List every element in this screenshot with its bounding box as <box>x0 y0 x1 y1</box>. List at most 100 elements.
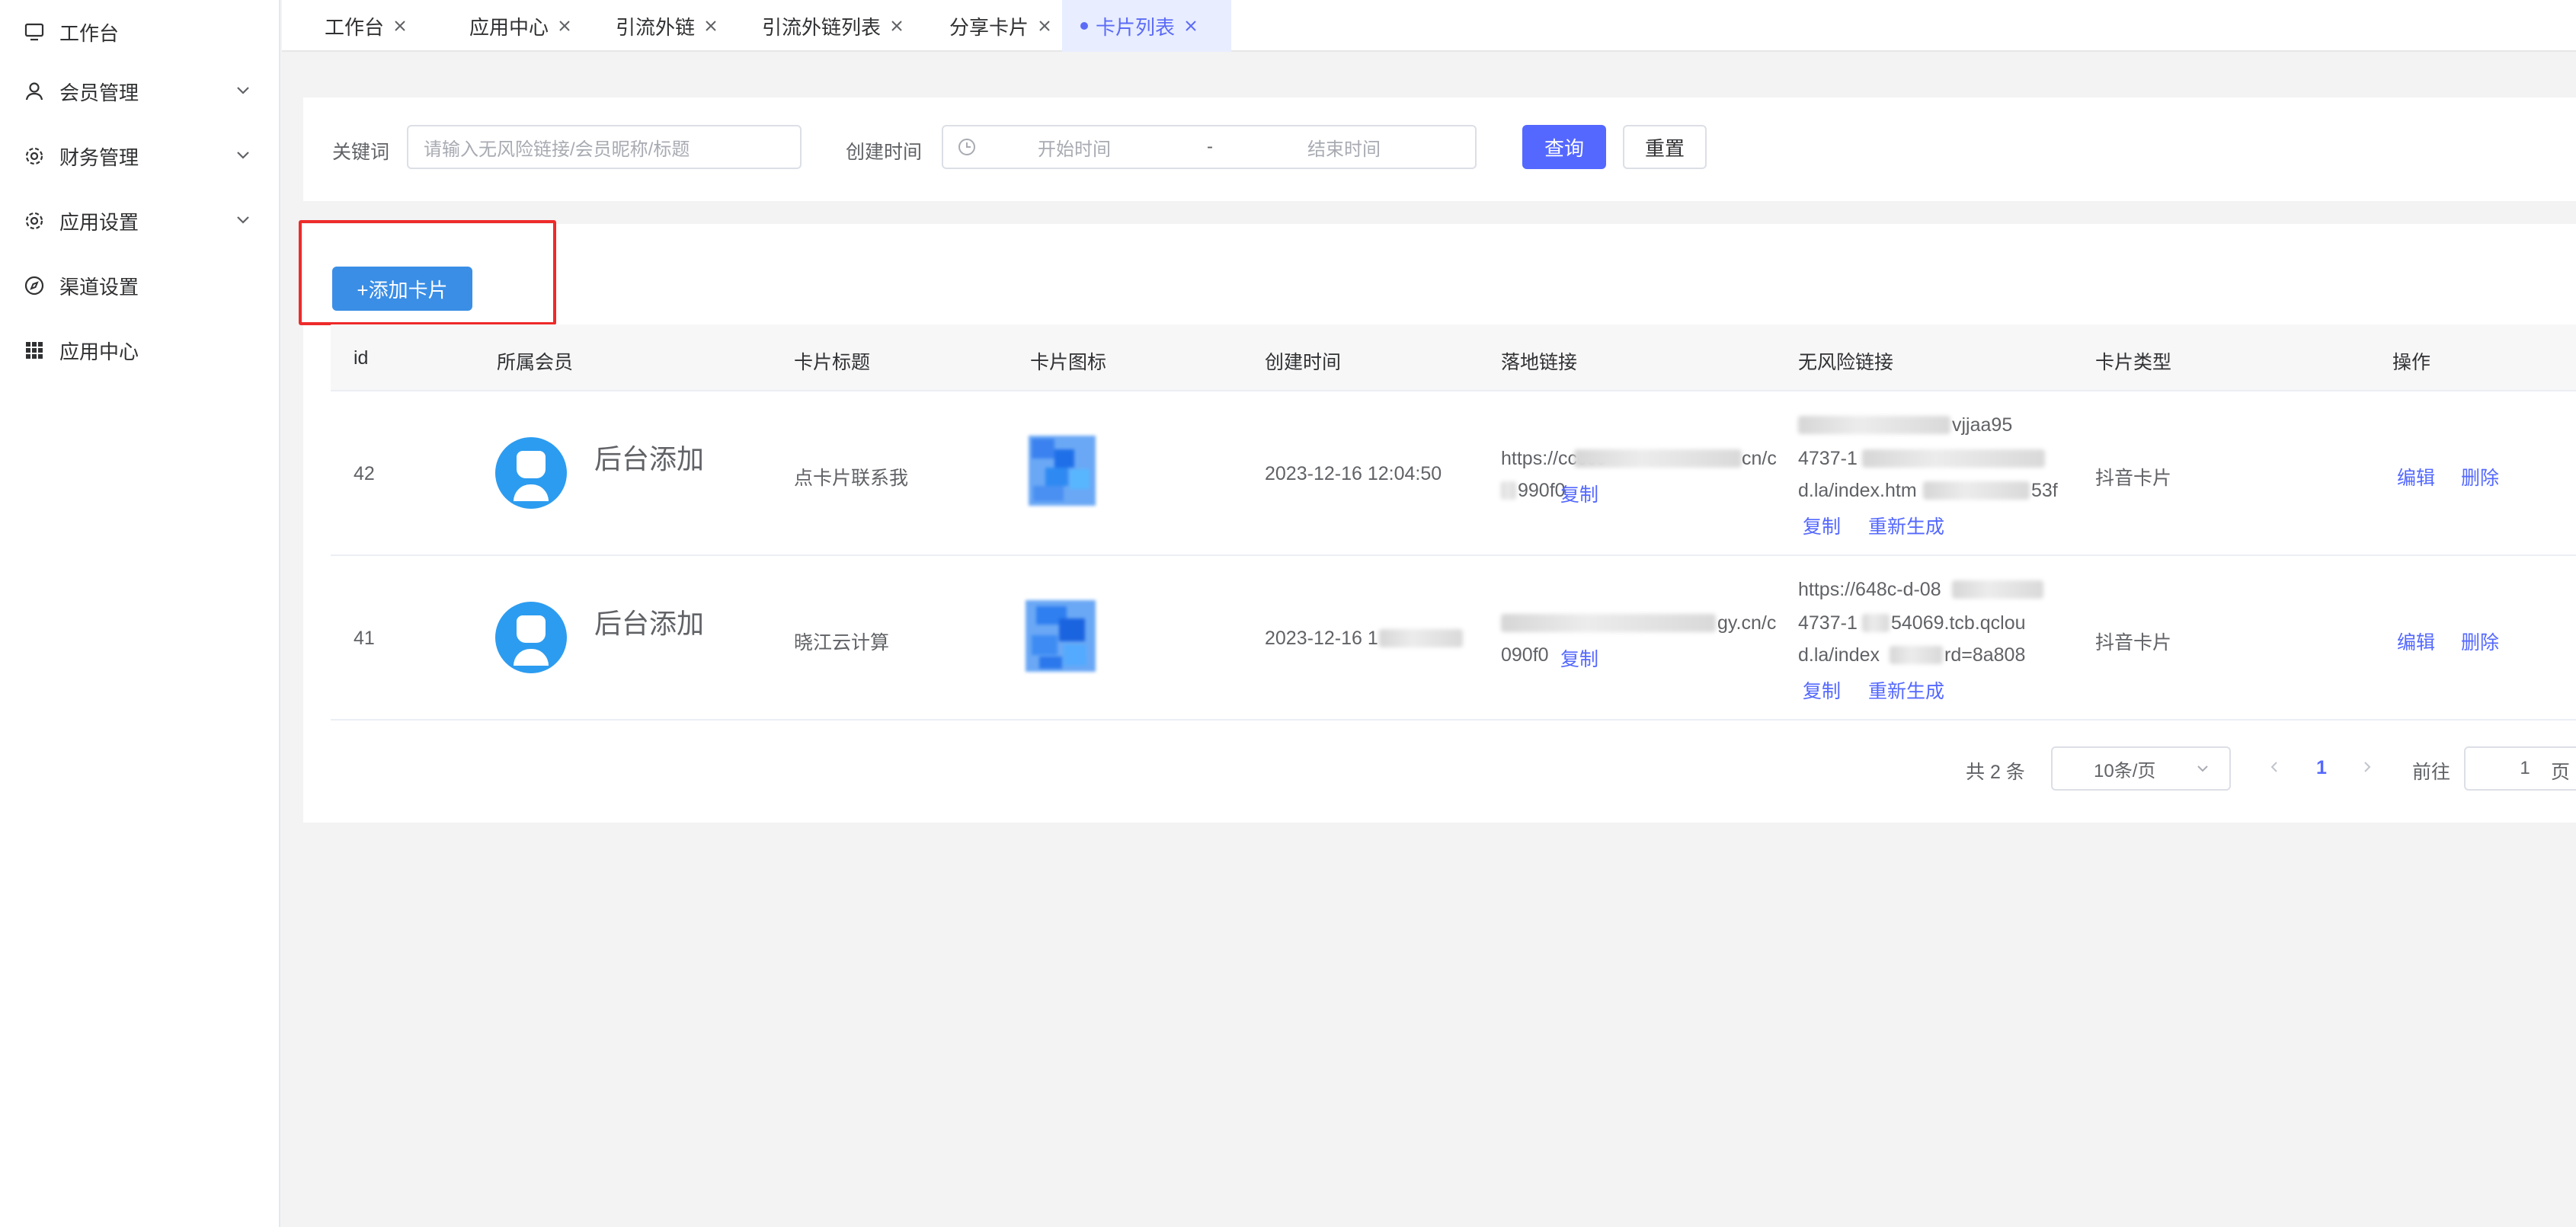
chevron-down-icon <box>2197 765 2208 772</box>
close-icon[interactable] <box>1184 19 1198 33</box>
user-icon <box>23 80 46 103</box>
tab-workbench[interactable]: 工作台 <box>306 0 425 52</box>
redacted-text <box>1574 449 1742 468</box>
card-thumbnail-icon <box>1026 600 1096 672</box>
created-time-label: 创建时间 <box>846 142 923 163</box>
row-id: 41 <box>354 628 375 649</box>
table-row: 41 后台添加 晓江云计算 2023-12-16 1 gy.cn/c 090f0… <box>331 556 2576 721</box>
copy-landing-link-button[interactable]: 复制 <box>1560 644 1598 672</box>
sidebar-item-label: 财务管理 <box>59 145 139 169</box>
sidebar-item-finance[interactable]: 财务管理 <box>0 124 279 188</box>
card-type: 抖音卡片 <box>2095 468 2172 489</box>
copy-landing-link-button[interactable]: 复制 <box>1560 480 1598 507</box>
safe-link-part: 54069.tcb.qclou <box>1891 612 2026 634</box>
sidebar-item-app-center[interactable]: 应用中心 <box>0 318 279 382</box>
safe-link-part: d.la/index <box>1798 644 1880 666</box>
close-icon[interactable] <box>393 19 407 33</box>
column-header-safe-link: 无风险链接 <box>1798 352 1894 373</box>
regenerate-link-button[interactable]: 重新生成 <box>1868 512 1944 539</box>
landing-link-part: gy.cn/c <box>1717 612 1777 634</box>
tab-traffic-link[interactable]: 引流外链 <box>597 0 736 52</box>
card-title: 晓江云计算 <box>794 632 890 653</box>
edit-button[interactable]: 编辑 <box>2397 628 2435 655</box>
safe-link-part: https://648c-d-08 <box>1798 579 1941 600</box>
safe-link-part: 4737-1 <box>1798 612 1858 634</box>
sidebar-item-member[interactable]: 会员管理 <box>0 59 279 123</box>
tab-bar: 工作台 应用中心 引流外链 引流外链列表 分享卡片 卡片列表 <box>282 0 2576 52</box>
chevron-down-icon <box>237 152 249 159</box>
next-page-icon[interactable] <box>2359 759 2376 775</box>
redacted-text <box>1379 629 1463 647</box>
end-time-placeholder: 结束时间 <box>1307 139 1381 160</box>
regenerate-link-button[interactable]: 重新生成 <box>1868 676 1944 704</box>
delete-button[interactable]: 删除 <box>2461 463 2499 490</box>
column-header-landing-link: 落地链接 <box>1501 352 1578 373</box>
redacted-text <box>1501 614 1716 632</box>
sidebar-item-workbench[interactable]: 工作台 <box>0 0 279 64</box>
close-icon[interactable] <box>558 19 571 33</box>
copy-safe-link-button[interactable]: 复制 <box>1803 676 1841 704</box>
tab-label: 引流外链列表 <box>762 15 882 39</box>
sidebar-item-channel[interactable]: 渠道设置 <box>0 254 279 318</box>
highlight-box <box>299 220 556 325</box>
tab-label: 引流外链 <box>616 15 696 39</box>
column-header-created: 创建时间 <box>1265 352 1342 373</box>
active-dot-icon <box>1080 22 1088 30</box>
column-header-actions: 操作 <box>2392 352 2431 373</box>
safe-link-part: d.la/index.htm <box>1798 480 1917 501</box>
column-header-icon: 卡片图标 <box>1030 352 1107 373</box>
close-icon[interactable] <box>890 19 904 33</box>
sidebar-item-label: 应用中心 <box>59 340 139 363</box>
safe-link-part: 53f <box>2031 480 2058 501</box>
sidebar-item-app-settings[interactable]: 应用设置 <box>0 189 279 253</box>
row-id: 42 <box>354 463 375 484</box>
sidebar-item-label: 渠道设置 <box>59 275 139 299</box>
monitor-icon <box>23 21 46 43</box>
tab-card-list[interactable]: 卡片列表 <box>1062 0 1231 52</box>
edit-button[interactable]: 编辑 <box>2397 463 2435 490</box>
tab-label: 工作台 <box>325 15 385 39</box>
reset-button[interactable]: 重置 <box>1623 125 1707 169</box>
sidebar-item-label: 工作台 <box>59 21 120 45</box>
table-header: id 所属会员 卡片标题 卡片图标 创建时间 落地链接 无风险链接 卡片类型 操… <box>331 324 2576 391</box>
keyword-label: 关键词 <box>332 142 390 163</box>
column-header-member: 所属会员 <box>497 352 574 373</box>
tab-app-center[interactable]: 应用中心 <box>451 0 590 52</box>
column-header-id: id <box>354 347 369 369</box>
card-title: 点卡片联系我 <box>794 468 909 489</box>
delete-button[interactable]: 删除 <box>2461 628 2499 655</box>
chevron-down-icon <box>237 87 249 94</box>
page-size-value: 10条/页 <box>2094 760 2156 781</box>
start-time-placeholder: 开始时间 <box>1038 139 1111 160</box>
close-icon[interactable] <box>1038 19 1051 33</box>
avatar <box>495 437 567 509</box>
keyword-placeholder: 请输入无风险链接/会员昵称/标题 <box>424 139 690 160</box>
tab-traffic-link-list[interactable]: 引流外链列表 <box>744 0 922 52</box>
redacted-text <box>1501 481 1516 500</box>
close-icon[interactable] <box>704 19 718 33</box>
member-name: 后台添加 <box>594 443 705 475</box>
sidebar: 工作台 会员管理 财务管理 应用设置 渠道设置 应用中心 <box>0 0 280 1227</box>
tab-label: 应用中心 <box>469 15 549 39</box>
tab-label: 分享卡片 <box>949 15 1029 39</box>
query-button[interactable]: 查询 <box>1522 125 1606 169</box>
safe-link-part: vjjaa95 <box>1952 414 2013 436</box>
page-suffix: 页 <box>2551 762 2571 783</box>
created-time: 2023-12-16 1 <box>1265 628 1378 649</box>
redacted-text <box>1890 646 1943 664</box>
keyword-input[interactable]: 请输入无风险链接/会员昵称/标题 <box>407 125 802 169</box>
date-range-picker[interactable]: 开始时间 - 结束时间 <box>942 125 1477 169</box>
column-header-card-type: 卡片类型 <box>2095 352 2172 373</box>
tab-label: 卡片列表 <box>1096 15 1176 39</box>
prev-page-icon[interactable] <box>2266 759 2283 775</box>
copy-safe-link-button[interactable]: 复制 <box>1803 512 1841 539</box>
goto-label: 前往 <box>2412 762 2451 783</box>
range-separator: - <box>1207 136 1213 157</box>
redacted-text <box>1952 580 2043 599</box>
current-page-number[interactable]: 1 <box>2316 757 2327 779</box>
tab-share-card[interactable]: 分享卡片 <box>931 0 1070 52</box>
gear-icon <box>23 209 46 232</box>
redacted-text <box>1862 449 2045 468</box>
page-size-select[interactable]: 10条/页 <box>2051 746 2231 791</box>
safe-link-part: rd=8a808 <box>1944 644 2026 666</box>
